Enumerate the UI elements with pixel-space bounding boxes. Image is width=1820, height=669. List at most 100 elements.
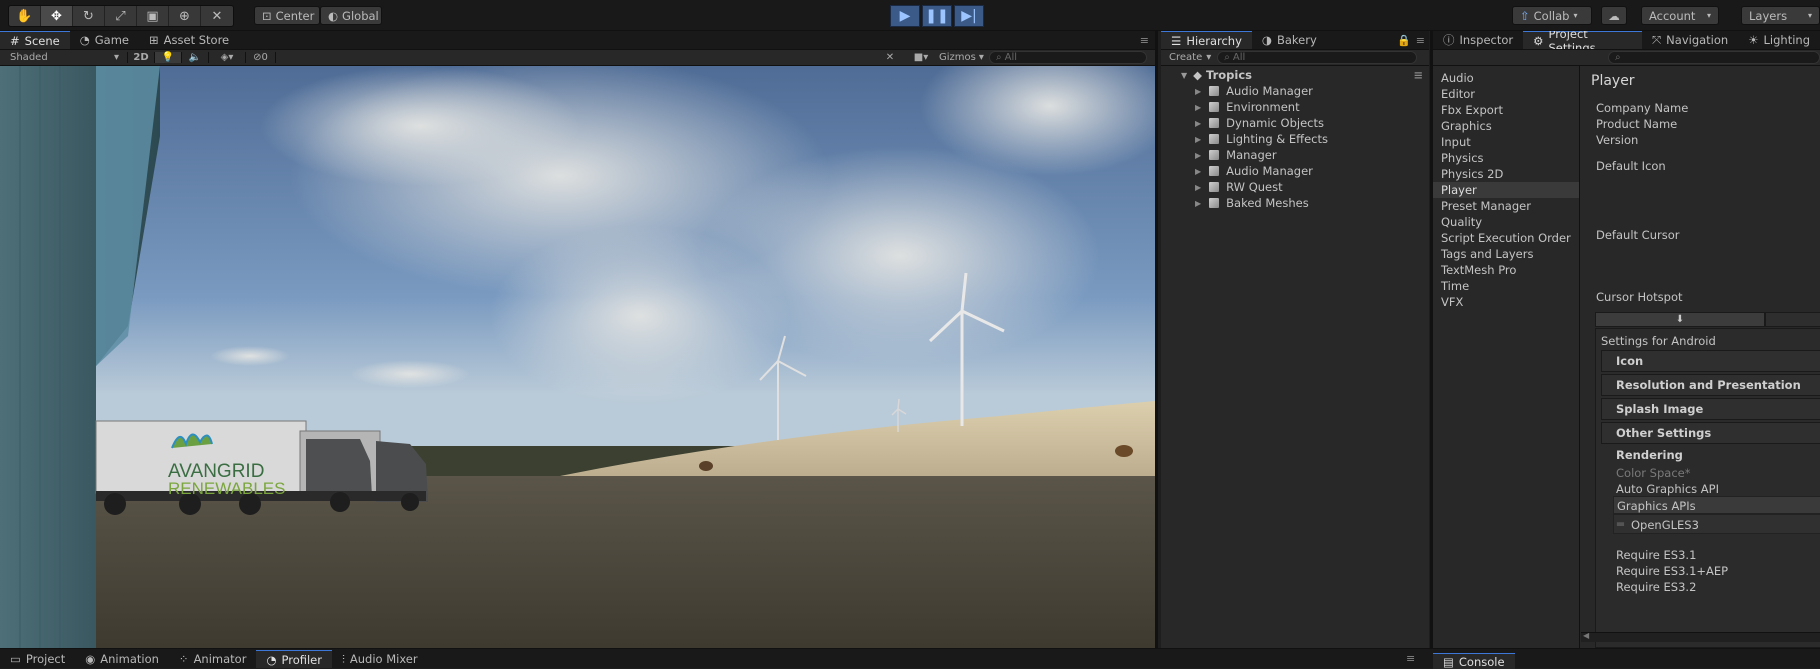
hierarchy-tree: ▼ ◆ Tropics ≡ ▶ Audio Manager ▶ Environmen…	[1161, 66, 1429, 211]
gizmos-dropdown[interactable]: Gizmos ▾	[939, 52, 989, 63]
settings-item-graphics[interactable]: Graphics	[1433, 118, 1579, 134]
settings-item-player[interactable]: Player	[1433, 182, 1579, 198]
settings-item-textmesh-pro[interactable]: TextMesh Pro	[1433, 262, 1579, 278]
scene-root-row[interactable]: ▼ ◆ Tropics ≡	[1161, 67, 1429, 83]
platform-tab-android[interactable]: ⬇	[1595, 312, 1765, 327]
tab-inspector[interactable]: ⓘ Inspector	[1433, 31, 1523, 49]
settings-search-input[interactable]: ⌕	[1608, 51, 1820, 64]
settings-item-fbx-export[interactable]: Fbx Export	[1433, 102, 1579, 118]
hierarchy-item[interactable]: ▶ Dynamic Objects	[1161, 115, 1429, 131]
section-resolution-presentation[interactable]: Resolution and Presentation	[1601, 374, 1820, 396]
tab-project[interactable]: ▭ Project	[0, 650, 75, 668]
pivot-toggle[interactable]: ⊡ Center	[254, 6, 320, 25]
section-splash-image[interactable]: Splash Image	[1601, 398, 1820, 420]
custom-tool-icon[interactable]: ✕	[201, 6, 233, 26]
globe-icon: ◐	[328, 8, 339, 23]
chevron-right-icon: ▶	[1195, 102, 1202, 112]
settings-item-physics-2d[interactable]: Physics 2D	[1433, 166, 1579, 182]
pause-icon: ❚❚	[925, 8, 949, 24]
settings-item-script-execution-order[interactable]: Script Execution Order	[1433, 230, 1579, 246]
tab-animation[interactable]: ◉ Animation	[75, 650, 169, 668]
play-button[interactable]: ▶	[890, 5, 920, 27]
create-dropdown[interactable]: Create ▾	[1161, 52, 1217, 63]
section-icon[interactable]: Icon	[1601, 350, 1820, 372]
hierarchy-item[interactable]: ▶ Manager	[1161, 147, 1429, 163]
settings-item-input[interactable]: Input	[1433, 134, 1579, 150]
step-button[interactable]: ▶|	[954, 5, 984, 27]
shading-dropdown[interactable]: Shaded ▾	[0, 52, 128, 63]
panel-menu-icon[interactable]: ≡	[1416, 34, 1425, 47]
scene-tabbar: # Scene ◔ Game ⊞ Asset Store ≡	[0, 31, 1155, 50]
drag-handle-icon[interactable]: ═	[1617, 517, 1624, 531]
collab-dropdown[interactable]: ⇧ Collab ▾	[1512, 6, 1592, 25]
rect-tool-icon[interactable]: ▣	[137, 6, 169, 26]
tab-lighting[interactable]: ☀ Lighting	[1738, 31, 1820, 49]
page-title: Player	[1591, 73, 1635, 89]
settings-search-bar: ⌕	[1433, 50, 1820, 66]
transform-tool-icon[interactable]: ⊕	[169, 6, 201, 26]
audio-toggle-icon[interactable]: 🔈	[182, 52, 209, 63]
move-tool-icon[interactable]: ✥	[41, 6, 73, 26]
hand-tool-icon[interactable]: ✋	[9, 6, 41, 26]
rendering-heading: Rendering	[1616, 448, 1683, 462]
chevron-down-icon: ▾	[1206, 52, 1212, 63]
panel-menu-icon[interactable]: ≡	[1140, 34, 1149, 47]
2d-toggle[interactable]: 2D	[128, 52, 155, 63]
chevron-down-icon: ▾	[978, 52, 984, 63]
camera-dropdown-icon[interactable]: ■▾	[903, 52, 939, 63]
scene-menu-icon[interactable]: ≡	[1413, 68, 1423, 82]
scene-viewport[interactable]: AVANGRID RENEWABLES	[0, 66, 1155, 648]
layers-dropdown[interactable]: Layers ▾	[1741, 6, 1820, 25]
tab-console[interactable]: ▤ Console	[1433, 653, 1515, 669]
settings-item-tags-and-layers[interactable]: Tags and Layers	[1433, 246, 1579, 262]
tab-audio-mixer[interactable]: ⫶ Audio Mixer	[332, 650, 428, 668]
chevron-down-icon: ▾	[113, 52, 119, 63]
tab-game[interactable]: ◔ Game	[70, 31, 139, 49]
effects-dropdown-icon[interactable]: ◈▾	[209, 52, 246, 63]
tab-project-settings[interactable]: ⚙ Project Settings	[1523, 31, 1642, 49]
tab-bakery[interactable]: ◑ Bakery	[1252, 31, 1327, 49]
chevron-right-icon: ▶	[1195, 150, 1202, 160]
hierarchy-item[interactable]: ▶ RW Quest	[1161, 179, 1429, 195]
tab-animator[interactable]: ⁘ Animator	[169, 650, 257, 668]
tab-asset-store[interactable]: ⊞ Asset Store	[139, 31, 239, 49]
tab-scene[interactable]: # Scene	[0, 31, 70, 49]
tab-hierarchy[interactable]: ☰ Hierarchy	[1161, 31, 1252, 49]
section-other-settings[interactable]: Other Settings	[1601, 422, 1820, 444]
settings-item-time[interactable]: Time	[1433, 278, 1579, 294]
hierarchy-item[interactable]: ▶ Baked Meshes	[1161, 195, 1429, 211]
inspector-tabbar: ⓘ Inspector ⚙ Project Settings ⤧ Navigation…	[1433, 31, 1820, 50]
lock-icon[interactable]: 🔒	[1397, 34, 1411, 47]
pause-button[interactable]: ❚❚	[922, 5, 952, 27]
scale-tool-icon[interactable]: ⤢	[105, 6, 137, 26]
hierarchy-item[interactable]: ▶ Audio Manager	[1161, 163, 1429, 179]
scene-search-input[interactable]: ⌕ All	[989, 51, 1147, 64]
lighting-toggle-icon[interactable]: 💡	[155, 52, 182, 63]
settings-item-preset-manager[interactable]: Preset Manager	[1433, 198, 1579, 214]
settings-item-vfx[interactable]: VFX	[1433, 294, 1579, 310]
pivot-icon: ⊡	[262, 8, 272, 23]
hierarchy-item[interactable]: ▶ Audio Manager	[1161, 83, 1429, 99]
platform-tab-other[interactable]	[1765, 312, 1820, 327]
tab-profiler[interactable]: ◔ Profiler	[256, 650, 332, 668]
hierarchy-item[interactable]: ▶ Environment	[1161, 99, 1429, 115]
settings-item-audio[interactable]: Audio	[1433, 70, 1579, 86]
horizontal-scrollbar[interactable]: ◀	[1581, 631, 1820, 642]
panel-menu-icon[interactable]: ≡	[1406, 652, 1415, 665]
graphics-apis-label: Graphics APIs	[1617, 499, 1696, 513]
scroll-left-icon[interactable]: ◀	[1583, 631, 1589, 640]
cloud-button[interactable]: ☁	[1601, 6, 1627, 25]
product-name-label: Product Name	[1596, 117, 1678, 131]
rotate-tool-icon[interactable]: ↻	[73, 6, 105, 26]
settings-item-quality[interactable]: Quality	[1433, 214, 1579, 230]
settings-item-physics[interactable]: Physics	[1433, 150, 1579, 166]
account-dropdown[interactable]: Account ▾	[1641, 6, 1719, 25]
hierarchy-search-input[interactable]: ⌕ All	[1217, 51, 1418, 64]
tools-icon[interactable]: ✕	[877, 52, 903, 63]
hierarchy-item[interactable]: ▶ Lighting & Effects	[1161, 131, 1429, 147]
search-icon: ⌕	[1224, 52, 1230, 63]
space-toggle[interactable]: ◐ Global	[320, 6, 382, 25]
settings-item-editor[interactable]: Editor	[1433, 86, 1579, 102]
hidden-objects-toggle[interactable]: ⊘0	[246, 52, 276, 63]
tab-navigation[interactable]: ⤧ Navigation	[1642, 31, 1738, 49]
